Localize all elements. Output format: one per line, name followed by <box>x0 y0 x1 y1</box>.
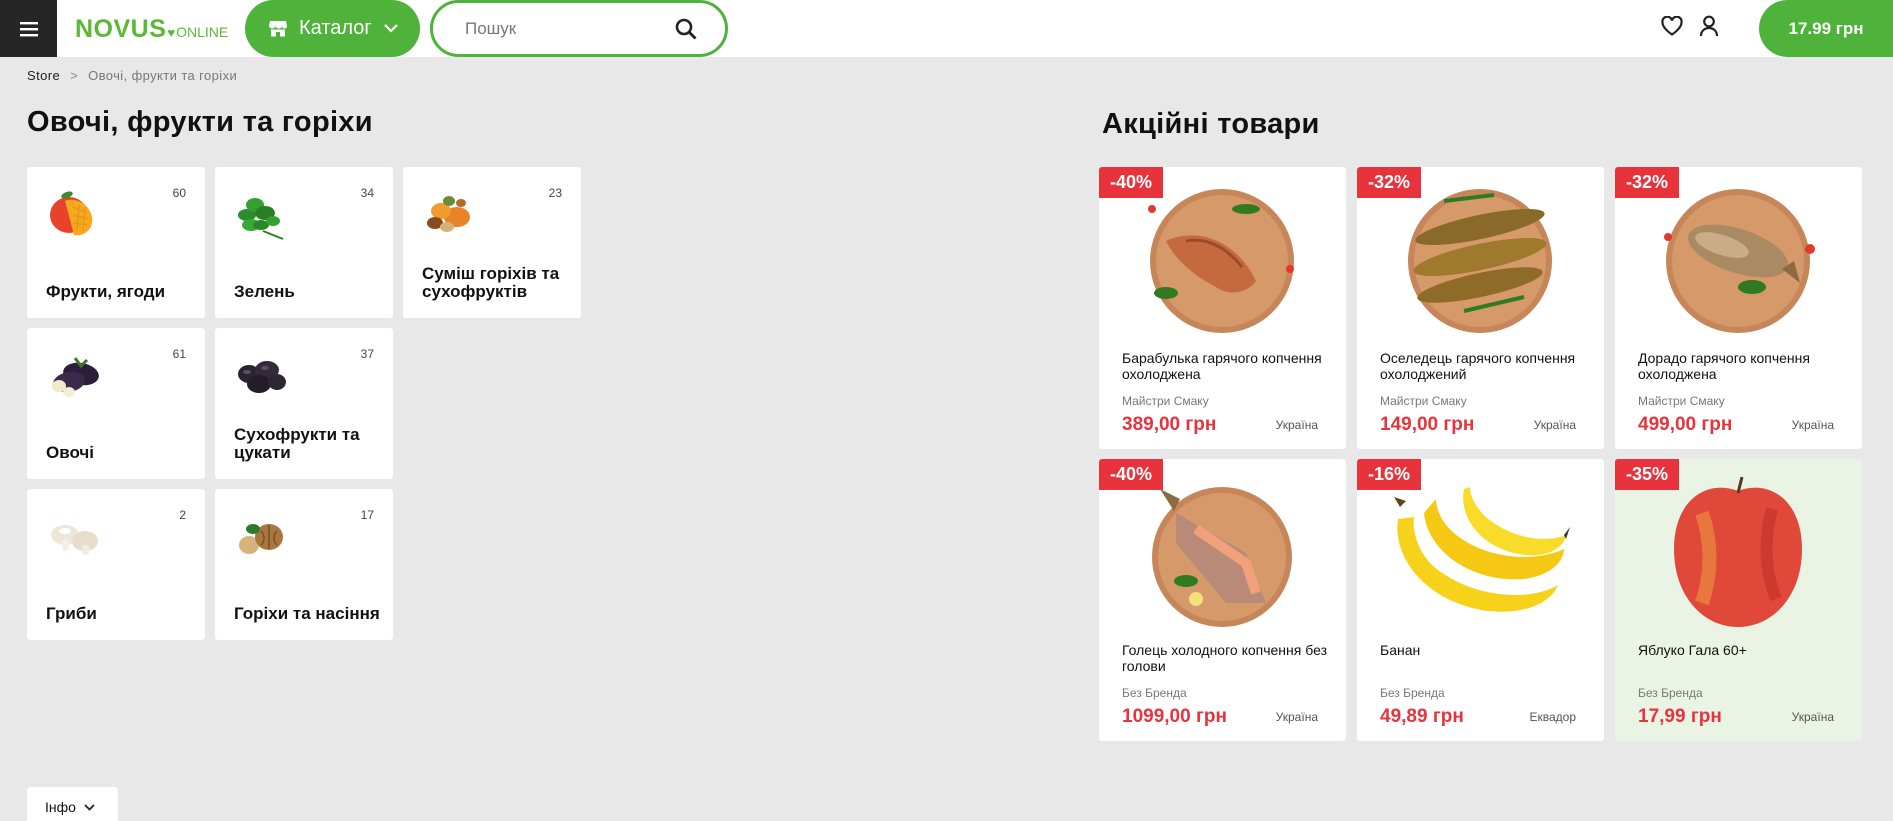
category-count: 23 <box>548 186 562 200</box>
product-name: Оселедець гарячого копчення охолоджений <box>1380 350 1576 382</box>
category-name: Зелень <box>234 282 295 302</box>
product-name: Яблуко Гала 60+ <box>1638 642 1747 658</box>
menu-button[interactable] <box>0 0 57 57</box>
product-country: Україна <box>1791 710 1834 724</box>
product-card[interactable]: -40% Голець холодного копчення без голов… <box>1099 459 1346 741</box>
product-image <box>1674 476 1802 627</box>
heart-logo-icon: ♥ <box>167 25 176 40</box>
product-price: 499,00 грн <box>1638 414 1733 435</box>
category-name: Суміш горіхів та сухофруктів <box>422 263 560 302</box>
discount-badge: -40% <box>1099 459 1164 490</box>
chevron-down-icon <box>383 24 398 33</box>
category-name: Горіхи та насіння <box>234 604 380 624</box>
walnut-icon <box>239 524 283 554</box>
discount-badge: -40% <box>1099 167 1164 198</box>
cart-button[interactable]: 17.99 грн <box>1759 0 1893 57</box>
mushroom-icon <box>51 525 98 555</box>
heart-icon[interactable] <box>1661 16 1683 36</box>
store-icon <box>269 20 287 37</box>
product-image <box>1664 189 1815 333</box>
category-card-nuts-seeds[interactable]: 17 Горіхи та насіння <box>215 489 393 640</box>
breadcrumb-separator: > <box>70 68 79 83</box>
product-price: 49,89 грн <box>1380 706 1464 727</box>
logo-text: NOVUS <box>75 15 167 43</box>
category-card-greens[interactable]: 34 Зелень <box>215 167 393 318</box>
prunes-icon <box>238 361 286 393</box>
dried-fruit-mix-icon <box>427 196 470 232</box>
discount-badge: -32% <box>1615 167 1680 198</box>
breadcrumb-current: Овочі, фрукти та горіхи <box>88 68 238 83</box>
header: NOVUS ♥ ONLINE Каталог 17.99 грн <box>0 0 1893 57</box>
search-input[interactable] <box>465 18 655 39</box>
product-card[interactable]: -40% Барабулька гарячого копчення охолод… <box>1099 167 1346 449</box>
product-name: Дорадо гарячого копчення охолоджена <box>1638 350 1810 382</box>
eggplant-icon <box>52 357 99 397</box>
info-label: Інфо <box>45 799 76 815</box>
product-image <box>1148 189 1294 333</box>
product-image <box>1408 189 1552 333</box>
category-count: 61 <box>172 347 186 361</box>
category-card-dried-fruits[interactable]: 37 Сухофрукти та цукати <box>215 328 393 479</box>
product-brand: Без Бренда <box>1122 686 1187 700</box>
logo[interactable]: NOVUS ♥ ONLINE <box>75 15 228 43</box>
category-count: 34 <box>360 186 374 200</box>
greens-icon <box>238 198 284 240</box>
product-name: Банан <box>1380 642 1421 658</box>
product-image <box>1152 487 1292 627</box>
product-brand: Майстри Смаку <box>1638 394 1725 408</box>
category-count: 2 <box>179 508 186 522</box>
hamburger-icon <box>19 21 38 36</box>
product-price: 1099,00 грн <box>1122 706 1227 727</box>
category-count: 17 <box>360 508 374 522</box>
product-card[interactable]: -32% Дорадо гарячого копчення охолоджена… <box>1615 167 1862 449</box>
product-brand: Без Бренда <box>1380 686 1445 700</box>
product-brand: Без Бренда <box>1638 686 1703 700</box>
category-name: Сухофрукти та цукати <box>234 424 360 463</box>
discount-badge: -32% <box>1357 167 1422 198</box>
chevron-down-icon <box>84 803 95 811</box>
discount-badge: -35% <box>1615 459 1680 490</box>
promo-section-title: Акційні товари <box>1102 108 1320 140</box>
page-title: Овочі, фрукти та горіхи <box>27 106 373 138</box>
info-dropdown-button[interactable]: Інфо <box>27 787 118 821</box>
product-price: 17,99 грн <box>1638 706 1722 727</box>
category-count: 60 <box>172 186 186 200</box>
product-card[interactable]: -16% Банан Без Бренда 49,89 грн Еквадор <box>1357 459 1604 741</box>
logo-subtext: ONLINE <box>176 24 229 40</box>
product-brand: Майстри Смаку <box>1122 394 1209 408</box>
product-country: Україна <box>1791 418 1834 432</box>
product-country: Україна <box>1275 710 1318 724</box>
category-count: 37 <box>360 347 374 361</box>
user-icon[interactable] <box>1699 15 1719 37</box>
product-country: Україна <box>1533 418 1576 432</box>
breadcrumb: Store > Овочі, фрукти та горіхи <box>27 68 237 83</box>
product-country: Україна <box>1275 418 1318 432</box>
product-name: Барабулька гарячого копчення охолоджена <box>1122 350 1322 382</box>
category-card-fruits[interactable]: 60 Фрукти, ягоди <box>27 167 205 318</box>
product-card[interactable]: -32% Оселедець гарячого копчення охолодж… <box>1357 167 1604 449</box>
discount-badge: -16% <box>1357 459 1422 490</box>
product-price: 389,00 грн <box>1122 414 1217 435</box>
catalog-label: Каталог <box>299 17 372 39</box>
category-card-nut-mix[interactable]: 23 Суміш горіхів та сухофруктів <box>403 167 581 318</box>
product-brand: Майстри Смаку <box>1380 394 1467 408</box>
breadcrumb-store-link[interactable]: Store <box>27 68 60 83</box>
product-country: Еквадор <box>1529 710 1576 724</box>
category-card-mushrooms[interactable]: 2 Гриби <box>27 489 205 640</box>
product-price: 149,00 грн <box>1380 414 1475 435</box>
search-icon[interactable] <box>675 18 697 40</box>
search-box <box>430 0 728 57</box>
product-image <box>1394 487 1570 612</box>
catalog-button[interactable]: Каталог <box>245 0 420 57</box>
category-name: Гриби <box>46 604 97 624</box>
category-card-vegetables[interactable]: 61 Овочі <box>27 328 205 479</box>
product-name: Голець холодного копчення без голови <box>1122 642 1327 674</box>
category-name: Овочі <box>46 443 95 463</box>
product-card[interactable]: -35% Яблуко Гала 60+ Без Бренда 17,99 гр… <box>1615 459 1862 741</box>
mango-icon <box>50 191 93 236</box>
category-name: Фрукти, ягоди <box>46 282 166 302</box>
